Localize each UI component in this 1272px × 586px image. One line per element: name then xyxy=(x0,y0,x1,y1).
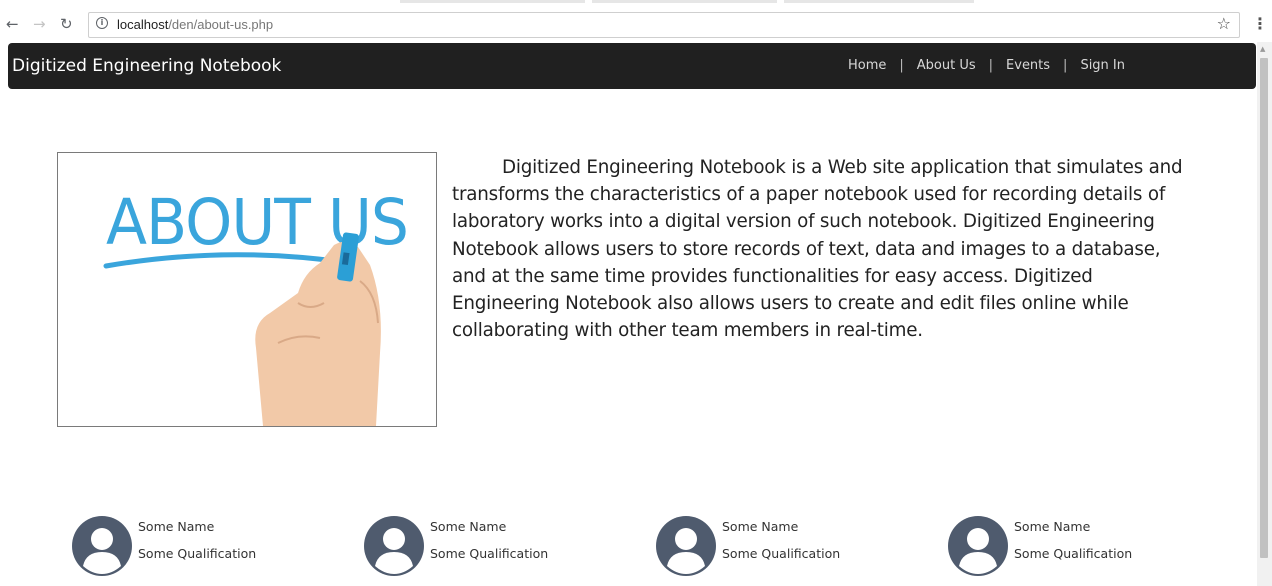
nav-about-link[interactable]: About Us xyxy=(917,58,976,73)
site-navbar: Digitized Engineering Notebook Home | Abou… xyxy=(8,43,1256,89)
nav-separator: | xyxy=(899,58,904,73)
scrollbar-thumb[interactable] xyxy=(1260,58,1268,558)
user-avatar-icon xyxy=(72,516,132,576)
user-avatar-icon xyxy=(364,516,424,576)
nav-separator: | xyxy=(1063,58,1068,73)
team-member-card: Some Name Some Qualification xyxy=(656,516,916,576)
url-path: /den/about-us.php xyxy=(168,17,274,32)
team-member-card: Some Name Some Qualification xyxy=(948,516,1208,576)
about-description: Digitized Engineering Notebook is a Web … xyxy=(452,157,1183,342)
page-scrollbar[interactable]: ▲ xyxy=(1257,42,1272,586)
member-name: Some Name xyxy=(430,519,507,534)
nav-events-link[interactable]: Events xyxy=(1006,58,1050,73)
member-name: Some Name xyxy=(138,519,215,534)
team-member-card: Some Name Some Qualification xyxy=(364,516,624,576)
nav-separator: | xyxy=(988,58,994,73)
scroll-up-icon[interactable]: ▲ xyxy=(1260,45,1265,53)
star-icon[interactable]: ☆ xyxy=(1217,14,1231,33)
url-host: localhost xyxy=(117,17,169,32)
member-qualification: Some Qualification xyxy=(722,546,841,561)
address-bar[interactable]: i localhost/den/about-us.php ☆ xyxy=(88,12,1240,38)
team-member-card: Some Name Some Qualification xyxy=(72,516,332,576)
about-us-image: ABOUT US xyxy=(57,152,437,427)
kebab-menu-icon[interactable]: ⋮ xyxy=(1252,14,1268,33)
reload-icon[interactable]: ↻ xyxy=(60,14,73,34)
url-text: localhost/den/about-us.php xyxy=(117,17,273,32)
browser-chrome: ← → ↻ i localhost/den/about-us.php ☆ ⋮ xyxy=(0,0,1272,42)
hand-marker-illustration xyxy=(103,232,381,426)
member-name: Some Name xyxy=(1014,519,1091,534)
back-icon[interactable]: ← xyxy=(6,14,19,34)
info-icon[interactable]: i xyxy=(96,17,108,29)
user-avatar-icon xyxy=(656,516,716,576)
member-name: Some Name xyxy=(722,519,799,534)
user-avatar-icon xyxy=(948,516,1008,576)
nav-menu: Home | About Us | Events | Sign In xyxy=(848,58,1125,73)
tab-strip xyxy=(0,0,1272,6)
nav-signin-link[interactable]: Sign In xyxy=(1080,58,1125,73)
member-qualification: Some Qualification xyxy=(1014,546,1133,561)
nav-home-link[interactable]: Home xyxy=(848,58,886,73)
member-qualification: Some Qualification xyxy=(138,546,257,561)
forward-icon[interactable]: → xyxy=(33,14,46,34)
member-qualification: Some Qualification xyxy=(430,546,549,561)
site-brand[interactable]: Digitized Engineering Notebook xyxy=(12,56,281,76)
